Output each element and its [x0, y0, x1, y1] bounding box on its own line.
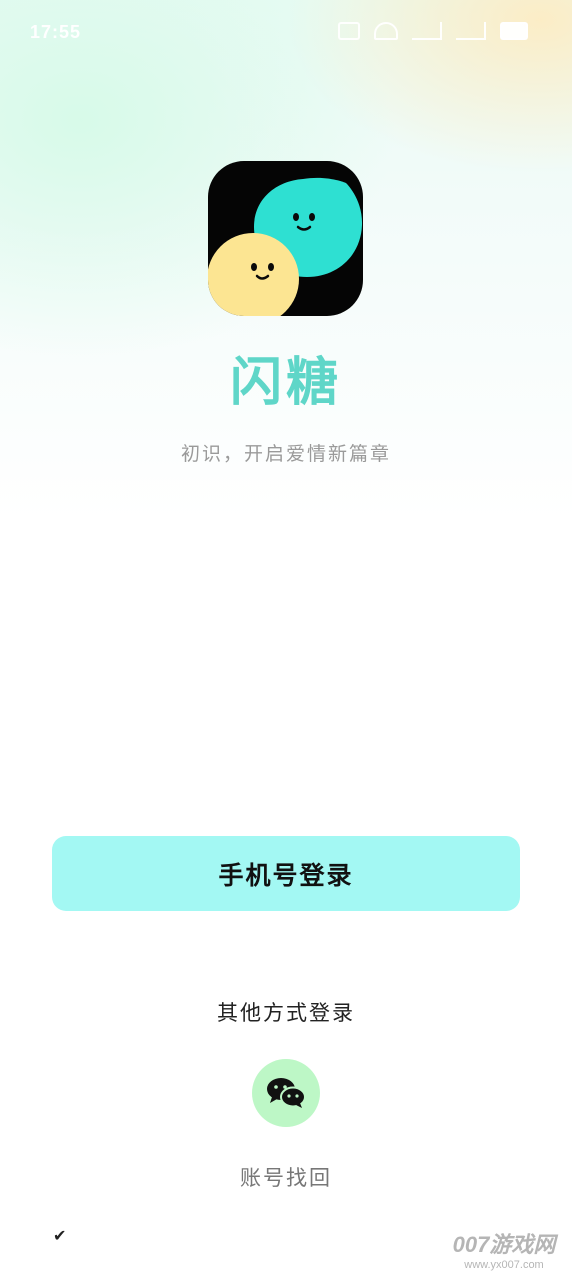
two-smiling-bubbles-logo-icon [208, 177, 363, 316]
watermark-url: www.yx007.com [464, 1259, 544, 1271]
phone-login-button[interactable]: 手机号登录 [52, 836, 520, 911]
wifi-icon [374, 22, 398, 40]
app-tagline: 初识，开启爱情新篇章 [180, 443, 391, 465]
other-login-methods-label: 其他方式登录 [217, 1001, 355, 1025]
app-logo [208, 161, 363, 316]
watermark: 007游戏网 www.yx007.com [444, 1227, 564, 1271]
app-name: 闪糖 [229, 353, 342, 413]
signal-icon [412, 22, 442, 40]
wechat-icon [267, 1078, 306, 1108]
agreement-checkbox[interactable]: ✔ [53, 1226, 66, 1245]
watermark-brand: 007游戏网 [452, 1232, 556, 1257]
status-icons [338, 22, 528, 40]
notification-icon [338, 22, 360, 40]
battery-icon [500, 22, 528, 40]
status-time: 17:55 [30, 22, 82, 42]
status-bar: 17:55 [0, 0, 572, 64]
signal-icon-2 [456, 22, 486, 40]
wechat-login-button[interactable] [252, 1059, 320, 1127]
account-recover-link[interactable]: 账号找回 [0, 1162, 572, 1192]
